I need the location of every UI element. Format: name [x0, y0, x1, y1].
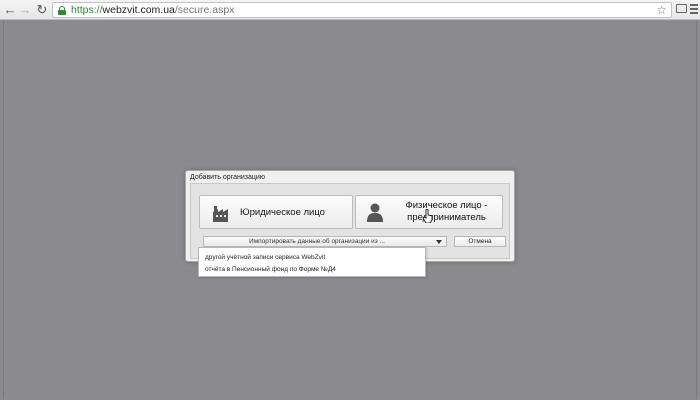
cast-icon[interactable] — [676, 4, 687, 13]
dialog-title: Добавить организацию — [190, 174, 266, 181]
forward-arrow-icon[interactable]: → — [17, 2, 33, 18]
import-dropdown-list: другой учётной записи сервиса WebZvit от… — [198, 247, 426, 277]
reload-icon[interactable]: ↻ — [34, 2, 50, 18]
url-path: /secure.aspx — [174, 4, 235, 16]
url-host: webzvit.com.ua — [102, 4, 175, 16]
factory-icon — [213, 206, 228, 222]
menu-icon[interactable] — [690, 4, 698, 16]
dropdown-item-pension-fund-report[interactable]: отчёта в Пенсионный фонд по Форме №Д4 — [205, 266, 336, 273]
url-scheme: https:// — [71, 4, 103, 16]
individual-entrepreneur-label: Физическое лицо - предприниматель — [394, 200, 499, 224]
dropdown-item-webzvit-account[interactable]: другой учётной записи сервиса WebZvit — [205, 254, 325, 261]
import-data-select[interactable]: Импортировать данные об организации из .… — [203, 236, 447, 247]
hand-cursor-icon — [423, 209, 433, 223]
import-select-label: Импортировать данные об организации из .… — [249, 238, 385, 245]
browser-toolbar: ← → ↻ https://webzvit.com.ua/secure.aspx… — [0, 0, 700, 20]
individual-label-line2: предприниматель — [407, 212, 486, 223]
legal-entity-label: Юридическое лицо — [240, 207, 325, 218]
individual-label-line1: Физическое лицо - — [405, 200, 488, 211]
cancel-button[interactable]: Отмена — [454, 236, 506, 247]
legal-entity-button[interactable]: Юридическое лицо — [199, 195, 353, 229]
person-icon — [367, 203, 383, 222]
chevron-down-icon — [436, 240, 442, 244]
address-bar[interactable]: https://webzvit.com.ua/secure.aspx ☆ — [52, 2, 672, 18]
back-arrow-icon[interactable]: ← — [2, 2, 18, 18]
url-text[interactable]: https://webzvit.com.ua/secure.aspx — [71, 3, 234, 17]
lock-icon — [58, 6, 66, 15]
star-icon[interactable]: ☆ — [656, 3, 667, 17]
